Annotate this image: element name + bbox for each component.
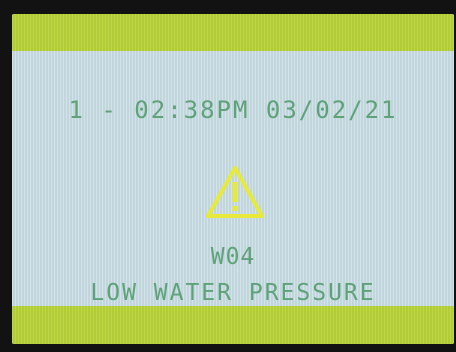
top-accent-bar: [12, 14, 454, 51]
lcd-screen: 1 - 02:38PM 03/02/21 W04 LOW WATER PRESS…: [12, 14, 454, 344]
datetime-readout: 1 - 02:38PM 03/02/21: [68, 96, 398, 124]
warning-code: W04: [210, 244, 256, 270]
bottom-accent-bar: [12, 306, 454, 344]
warning-triangle-icon: [206, 166, 264, 218]
controller-device: 1 - 02:38PM 03/02/21 W04 LOW WATER PRESS…: [0, 0, 456, 352]
warning-message: LOW WATER PRESSURE: [90, 280, 376, 306]
